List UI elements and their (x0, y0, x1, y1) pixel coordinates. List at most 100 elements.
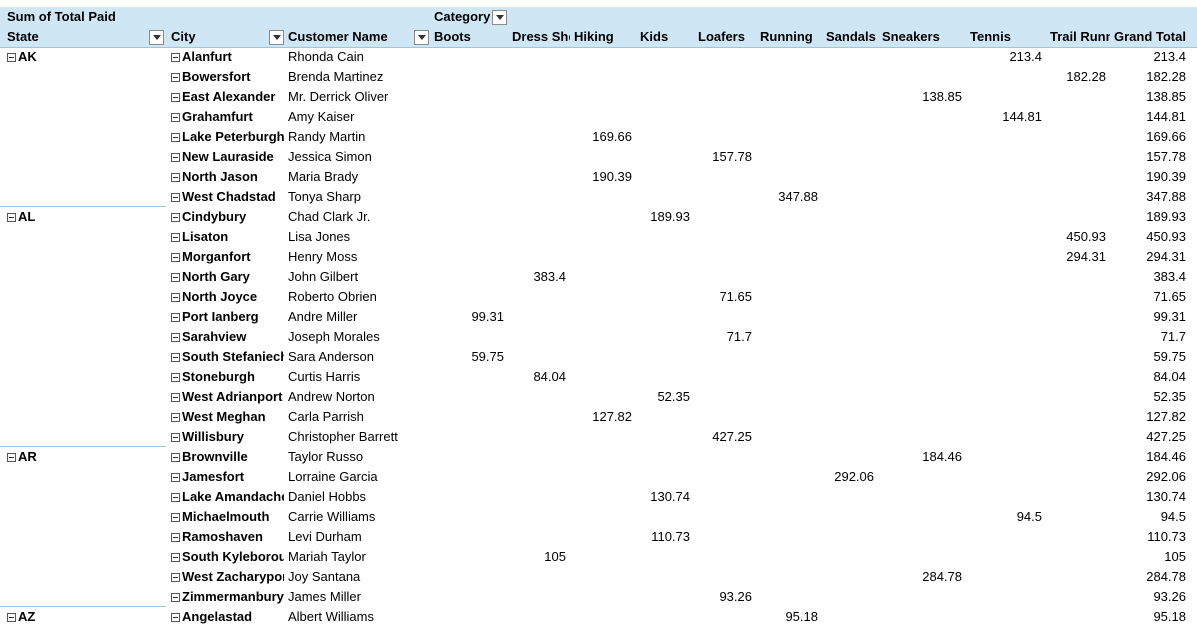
table-row: Lisaton Lisa Jones 450.93 450.93 (0, 227, 1197, 247)
collapse-icon[interactable] (171, 513, 180, 522)
category-filter-dropdown[interactable] (492, 10, 507, 25)
city-label: West Meghan (182, 409, 266, 424)
state-header: State (7, 29, 39, 44)
city-cell[interactable]: South Kyleborough (171, 547, 284, 567)
city-cell[interactable]: West Zacharyport (171, 567, 284, 587)
collapse-icon[interactable] (171, 493, 180, 502)
customer-cell: Roberto Obrien (288, 289, 377, 304)
city-cell[interactable]: Ramoshaven (171, 527, 284, 547)
collapse-icon[interactable] (171, 533, 180, 542)
grand-total-cell: 71.65 (1153, 289, 1186, 304)
city-cell[interactable]: West Meghan (171, 407, 284, 427)
value-cell-dress-shoes: 105 (544, 549, 566, 564)
city-cell[interactable]: Stoneburgh (171, 367, 284, 387)
city-cell[interactable]: Lake Amandachester (171, 487, 284, 507)
collapse-icon[interactable] (171, 113, 180, 122)
customer-cell: Andrew Norton (288, 389, 375, 404)
city-cell[interactable]: Bowersfort (171, 67, 284, 87)
collapse-icon[interactable] (171, 233, 180, 242)
city-label: Zimmermanbury (182, 589, 284, 604)
grand-total-cell: 347.88 (1146, 189, 1186, 204)
value-cell-loafers: 71.7 (726, 329, 752, 344)
collapse-icon[interactable] (7, 53, 16, 62)
city-cell[interactable]: Brownville (171, 447, 284, 467)
collapse-icon[interactable] (171, 253, 180, 262)
collapse-icon[interactable] (171, 613, 180, 622)
collapse-icon[interactable] (171, 193, 180, 202)
city-label: Brownville (182, 449, 248, 464)
collapse-icon[interactable] (171, 353, 180, 362)
collapse-icon[interactable] (171, 313, 180, 322)
value-cell-kids: 110.73 (651, 529, 690, 544)
collapse-icon[interactable] (171, 433, 180, 442)
city-label: Morganfort (182, 249, 251, 264)
collapse-icon[interactable] (7, 453, 16, 462)
collapse-icon[interactable] (171, 73, 180, 82)
collapse-icon[interactable] (171, 93, 180, 102)
city-cell[interactable]: Jamesfort (171, 467, 284, 487)
value-cell-dress-shoes: 383.4 (533, 269, 566, 284)
city-cell[interactable]: Port Ianberg (171, 307, 284, 327)
collapse-icon[interactable] (171, 473, 180, 482)
collapse-icon[interactable] (171, 333, 180, 342)
city-filter-dropdown[interactable] (269, 30, 284, 45)
collapse-icon[interactable] (171, 393, 180, 402)
collapse-icon[interactable] (171, 453, 180, 462)
city-cell[interactable]: Grahamfurt (171, 107, 284, 127)
collapse-icon[interactable] (171, 593, 180, 602)
pivot-header-row-2: State City Customer Name Boots Dress Shoe… (0, 27, 1197, 47)
collapse-icon[interactable] (171, 573, 180, 582)
city-cell[interactable]: North Joyce (171, 287, 284, 307)
value-cell-hiking: 127.82 (592, 409, 632, 424)
collapse-icon[interactable] (171, 53, 180, 62)
city-cell[interactable]: West Chadstad (171, 187, 284, 207)
collapse-icon[interactable] (171, 373, 180, 382)
city-cell[interactable]: East Alexander (171, 87, 284, 107)
collapse-icon[interactable] (171, 413, 180, 422)
customer-cell: Amy Kaiser (288, 109, 355, 124)
city-cell[interactable]: Lake Peterburgh (171, 127, 284, 147)
customer-cell: Randy Martin (288, 129, 366, 144)
customer-filter-dropdown[interactable] (414, 30, 429, 45)
collapse-icon[interactable] (171, 273, 180, 282)
collapse-icon[interactable] (171, 173, 180, 182)
value-cell-tennis: 94.5 (1016, 509, 1042, 524)
state-cell[interactable]: AZ (7, 607, 157, 627)
city-cell[interactable]: Sarahview (171, 327, 284, 347)
city-cell[interactable]: Angelastad (171, 607, 284, 627)
city-label: Bowersfort (182, 69, 251, 84)
state-filter-dropdown[interactable] (149, 30, 164, 45)
city-label: Jamesfort (182, 469, 245, 484)
collapse-icon[interactable] (171, 213, 180, 222)
table-row: North Gary John Gilbert 383.4 383.4 (0, 267, 1197, 287)
value-cell-loafers: 93.26 (719, 589, 752, 604)
grand-total-cell: 105 (1164, 549, 1186, 564)
state-cell[interactable]: AK (7, 47, 157, 67)
city-cell[interactable]: South Stefaniechester (171, 347, 284, 367)
collapse-icon[interactable] (171, 133, 180, 142)
collapse-icon[interactable] (7, 613, 16, 622)
collapse-icon[interactable] (171, 553, 180, 562)
city-cell[interactable]: Morganfort (171, 247, 284, 267)
city-cell[interactable]: West Adrianport (171, 387, 284, 407)
city-cell[interactable]: Alanfurt (171, 47, 284, 67)
table-row: Lake Amandachester Daniel Hobbs 130.74 130.… (0, 487, 1197, 507)
city-cell[interactable]: North Gary (171, 267, 284, 287)
city-cell[interactable]: Zimmermanbury (171, 587, 284, 607)
city-label: East Alexander (182, 89, 276, 104)
city-cell[interactable]: New Lauraside (171, 147, 284, 167)
city-cell[interactable]: Willisbury (171, 427, 284, 447)
state-cell[interactable]: AL (7, 207, 157, 227)
collapse-icon[interactable] (171, 153, 180, 162)
city-cell[interactable]: Cindybury (171, 207, 284, 227)
city-cell[interactable]: Michaelmouth (171, 507, 284, 527)
grand-total-cell: 427.25 (1146, 429, 1186, 444)
collapse-icon[interactable] (171, 293, 180, 302)
city-cell[interactable]: North Jason (171, 167, 284, 187)
city-cell[interactable]: Lisaton (171, 227, 284, 247)
state-cell[interactable]: AR (7, 447, 157, 467)
collapse-icon[interactable] (7, 213, 16, 222)
value-cell-loafers: 427.25 (712, 429, 752, 444)
grand-total-cell: 294.31 (1146, 249, 1186, 264)
category-header-sneakers: Sneakers (882, 29, 940, 44)
